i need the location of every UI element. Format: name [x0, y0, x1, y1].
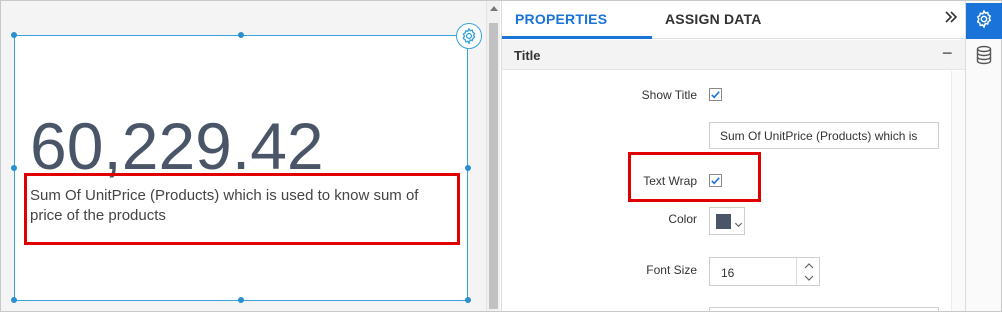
resize-handle-top[interactable]: [238, 32, 244, 38]
rail-settings-button[interactable]: [966, 3, 1002, 39]
collapse-panel-icon[interactable]: [944, 10, 958, 29]
check-icon: [711, 91, 720, 99]
resize-handle-right[interactable]: [465, 165, 471, 171]
font-size-value[interactable]: 16: [721, 266, 734, 280]
database-icon: [975, 45, 993, 70]
widget-settings-gear-icon[interactable]: [456, 23, 482, 49]
resize-handle-bottom-left[interactable]: [11, 297, 17, 303]
highlight-text-wrap-annotation: [628, 152, 761, 202]
font-size-label: Font Size: [646, 263, 697, 277]
spinner: [796, 258, 820, 285]
panel-scrollbar[interactable]: [951, 71, 965, 311]
increment-chevron-up-icon[interactable]: [797, 259, 820, 272]
rail-data-button[interactable]: [966, 39, 1002, 75]
properties-panel: PROPERTIES ASSIGN DATA Title − Show Titl…: [501, 1, 966, 312]
section-header-title[interactable]: Title −: [502, 40, 966, 70]
section-collapse-icon[interactable]: −: [942, 43, 953, 64]
chevron-down-icon: [734, 216, 743, 234]
section-title: Title: [514, 48, 541, 63]
resize-handle-left[interactable]: [11, 165, 17, 171]
canvas-scrollbar[interactable]: [486, 1, 500, 311]
color-label: Color: [668, 212, 697, 226]
resize-handle-bottom[interactable]: [238, 297, 244, 303]
decrement-chevron-down-icon[interactable]: [797, 272, 820, 285]
scrollbar-thumb[interactable]: [489, 23, 498, 309]
color-swatch: [716, 214, 731, 229]
color-picker-button[interactable]: [709, 207, 745, 235]
show-title-checkbox[interactable]: [709, 88, 722, 101]
icon-rail: [965, 1, 1002, 311]
title-text-input[interactable]: Sum Of UnitPrice (Products) which is: [709, 122, 939, 149]
tab-properties[interactable]: PROPERTIES: [515, 11, 607, 27]
tab-assign-data[interactable]: ASSIGN DATA: [665, 11, 762, 27]
show-title-label: Show Title: [641, 88, 697, 102]
gear-icon: [974, 9, 994, 34]
resize-handle-bottom-right[interactable]: [465, 297, 471, 303]
resize-handle-top-left[interactable]: [11, 32, 17, 38]
panel-tabs: PROPERTIES ASSIGN DATA: [502, 1, 966, 39]
highlight-title-annotation: [24, 173, 460, 245]
next-field-partial[interactable]: [709, 307, 939, 312]
scroll-up-arrow-icon[interactable]: [490, 6, 498, 11]
font-size-stepper[interactable]: 16: [709, 257, 820, 286]
active-tab-indicator: [502, 36, 652, 39]
